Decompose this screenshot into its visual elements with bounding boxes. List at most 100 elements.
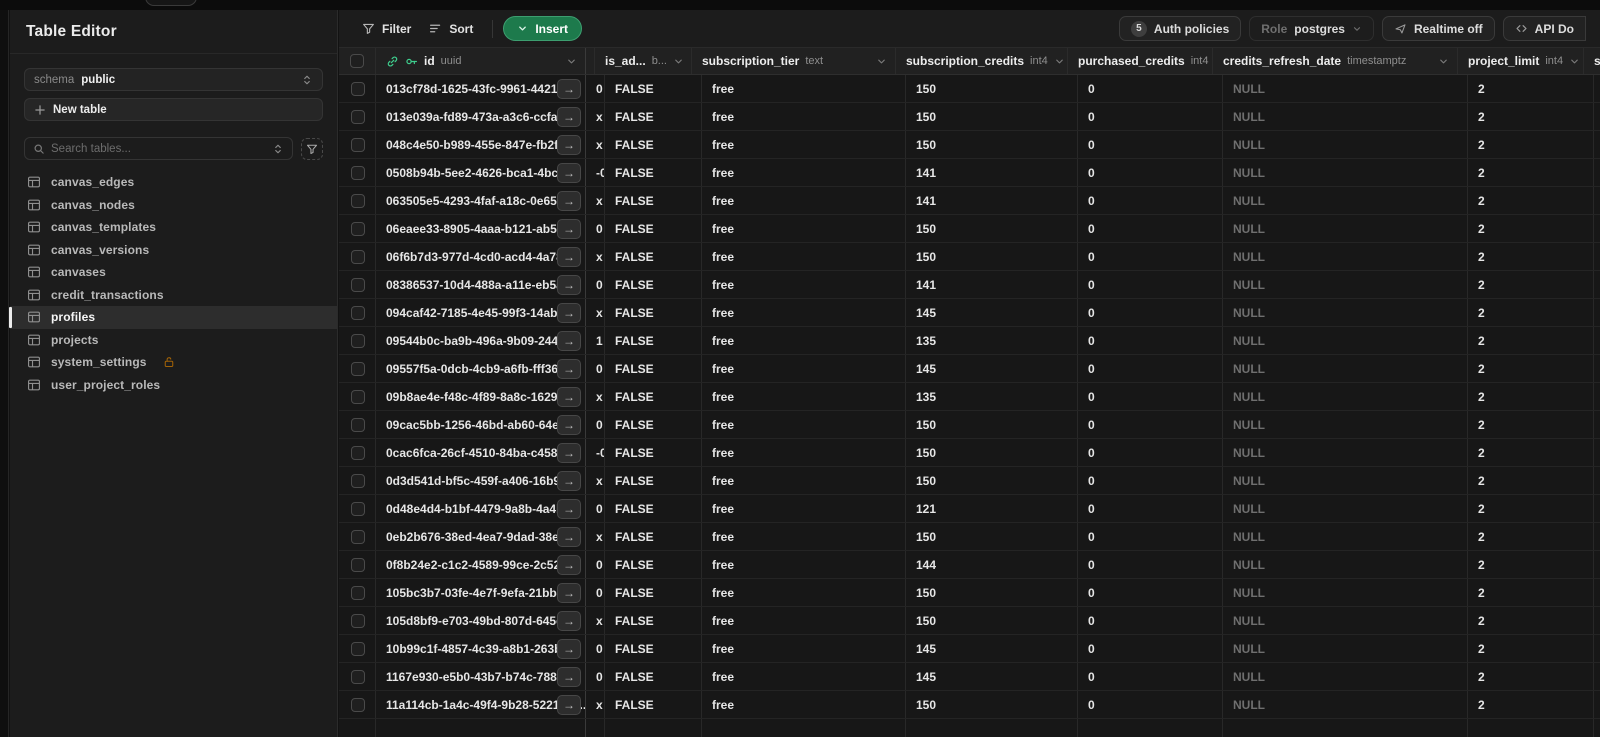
row-checkbox[interactable] (351, 557, 365, 572)
cell-subscription-credits[interactable]: 145 (906, 299, 1078, 326)
row-checkbox[interactable] (351, 641, 365, 656)
cell-is-admin[interactable]: FALSE (605, 187, 702, 214)
expand-row-button[interactable]: → (557, 247, 581, 267)
cell-subscription-credits[interactable]: 141 (906, 159, 1078, 186)
cell-credits-refresh-date[interactable]: NULL (1223, 327, 1468, 354)
cell-purchased-credits[interactable]: 0 (1078, 579, 1223, 606)
cell-purchased-credits[interactable]: 0 (1078, 495, 1223, 522)
cell-is-admin[interactable]: FALSE (605, 103, 702, 130)
cell-subscription-tier[interactable]: free (702, 103, 906, 130)
filter-button[interactable]: Filter (353, 16, 420, 42)
cell-purchased-credits[interactable]: 0 (1078, 383, 1223, 410)
cell-credits-refresh-date[interactable]: NULL (1223, 187, 1468, 214)
cell-subscription-tier[interactable]: free (702, 551, 906, 578)
cell-clipped[interactable]: 0 (586, 215, 605, 242)
row-checkbox[interactable] (351, 445, 365, 460)
cell-subscription-tier[interactable]: free (702, 411, 906, 438)
row-checkbox[interactable] (351, 417, 365, 432)
row-checkbox[interactable] (351, 501, 365, 516)
column-header-subscription-credits[interactable]: subscription_credits int4 (896, 48, 1068, 74)
cell-is-admin[interactable]: FALSE (605, 159, 702, 186)
cell-subscription-credits[interactable]: 150 (906, 103, 1078, 130)
cell-credits-refresh-date[interactable]: NULL (1223, 467, 1468, 494)
cell-clipped-right[interactable]: NU (1594, 551, 1600, 578)
sidebar-item-user_project_roles[interactable]: user_project_roles (10, 374, 337, 397)
cell-clipped-right[interactable]: NU (1594, 495, 1600, 522)
cell-project-limit[interactable]: 2 (1468, 131, 1594, 158)
row-checkbox[interactable] (351, 697, 365, 712)
cell-clipped[interactable]: 0 (586, 75, 605, 102)
cell-credits-refresh-date[interactable]: NULL (1223, 579, 1468, 606)
cell-project-limit[interactable]: 2 (1468, 75, 1594, 102)
row-checkbox[interactable] (351, 669, 365, 684)
cell-id[interactable]: 0d3d541d-bf5c-459f-a406-16b93... → (376, 467, 586, 494)
cell-credits-refresh-date[interactable]: NULL (1223, 635, 1468, 662)
row-checkbox[interactable] (351, 137, 365, 152)
cell-subscription-tier[interactable]: free (702, 243, 906, 270)
chevron-down-icon[interactable] (1438, 56, 1449, 67)
cell-project-limit[interactable]: 2 (1468, 243, 1594, 270)
expand-row-button[interactable]: → (557, 303, 581, 323)
cell-clipped[interactable]: x (586, 691, 605, 718)
cell-purchased-credits[interactable]: 0 (1078, 187, 1223, 214)
row-checkbox[interactable] (351, 389, 365, 404)
cell-is-admin[interactable]: FALSE (605, 243, 702, 270)
cell-project-limit[interactable]: 2 (1468, 383, 1594, 410)
cell-clipped-right[interactable]: NU (1594, 691, 1600, 718)
cell-subscription-tier[interactable]: free (702, 187, 906, 214)
sidebar-item-canvas_edges[interactable]: canvas_edges (10, 171, 337, 194)
new-table-button[interactable]: New table (24, 98, 323, 121)
cell-is-admin[interactable]: FALSE (605, 355, 702, 382)
cell-project-limit[interactable]: 2 (1468, 467, 1594, 494)
expand-row-button[interactable]: → (557, 471, 581, 491)
cell-project-limit[interactable]: 2 (1468, 327, 1594, 354)
cell-subscription-credits[interactable]: 145 (906, 355, 1078, 382)
cell-subscription-credits[interactable]: 150 (906, 215, 1078, 242)
row-checkbox[interactable] (351, 613, 365, 628)
sidebar-item-credit_transactions[interactable]: credit_transactions (10, 284, 337, 307)
expand-row-button[interactable]: → (557, 639, 581, 659)
chevron-down-icon[interactable] (566, 56, 577, 67)
cell-is-admin[interactable]: FALSE (605, 691, 702, 718)
column-header-is-admin[interactable]: is_ad... b... (595, 48, 692, 74)
cell-clipped[interactable]: x (586, 467, 605, 494)
cell-clipped[interactable]: -0 (586, 439, 605, 466)
cell-purchased-credits[interactable]: 0 (1078, 691, 1223, 718)
row-checkbox[interactable] (351, 277, 365, 292)
column-header-purchased-credits[interactable]: purchased_credits int4 (1068, 48, 1213, 74)
cell-project-limit[interactable]: 2 (1468, 607, 1594, 634)
cell-clipped-right[interactable]: NU (1594, 411, 1600, 438)
cell-credits-refresh-date[interactable]: NULL (1223, 663, 1468, 690)
cell-clipped-right[interactable]: NU (1594, 299, 1600, 326)
cell-subscription-tier[interactable]: free (702, 355, 906, 382)
cell-clipped[interactable]: 0 (586, 551, 605, 578)
cell-clipped-right[interactable]: NU (1594, 271, 1600, 298)
cell-project-limit[interactable]: 2 (1468, 411, 1594, 438)
row-checkbox[interactable] (351, 249, 365, 264)
expand-row-button[interactable]: → (557, 135, 581, 155)
cell-subscription-tier[interactable]: free (702, 579, 906, 606)
cell-project-limit[interactable]: 2 (1468, 551, 1594, 578)
sidebar-item-projects[interactable]: projects (10, 329, 337, 352)
cell-subscription-credits[interactable]: 150 (906, 243, 1078, 270)
cell-subscription-tier[interactable]: free (702, 271, 906, 298)
expand-row-button[interactable]: → (557, 527, 581, 547)
cell-project-limit[interactable]: 2 (1468, 159, 1594, 186)
cell-id[interactable]: 1167e930-e5b0-43b7-b74c-788c9... → (376, 663, 586, 690)
insert-button[interactable]: Insert (503, 16, 583, 41)
row-checkbox[interactable] (351, 109, 365, 124)
cell-id[interactable]: 06eaee33-8905-4aaa-b121-ab552... → (376, 215, 586, 242)
expand-row-button[interactable]: → (557, 191, 581, 211)
cell-is-admin[interactable]: FALSE (605, 439, 702, 466)
row-checkbox[interactable] (351, 333, 365, 348)
cell-credits-refresh-date[interactable]: NULL (1223, 355, 1468, 382)
filter-tables-button[interactable] (301, 137, 323, 160)
sidebar-item-canvas_versions[interactable]: canvas_versions (10, 239, 337, 262)
cell-clipped-right[interactable]: NU (1594, 355, 1600, 382)
cell-purchased-credits[interactable]: 0 (1078, 299, 1223, 326)
cell-purchased-credits[interactable]: 0 (1078, 467, 1223, 494)
cell-credits-refresh-date[interactable]: NULL (1223, 215, 1468, 242)
sidebar-item-canvases[interactable]: canvases (10, 261, 337, 284)
cell-project-limit[interactable]: 2 (1468, 635, 1594, 662)
expand-row-button[interactable]: → (557, 583, 581, 603)
